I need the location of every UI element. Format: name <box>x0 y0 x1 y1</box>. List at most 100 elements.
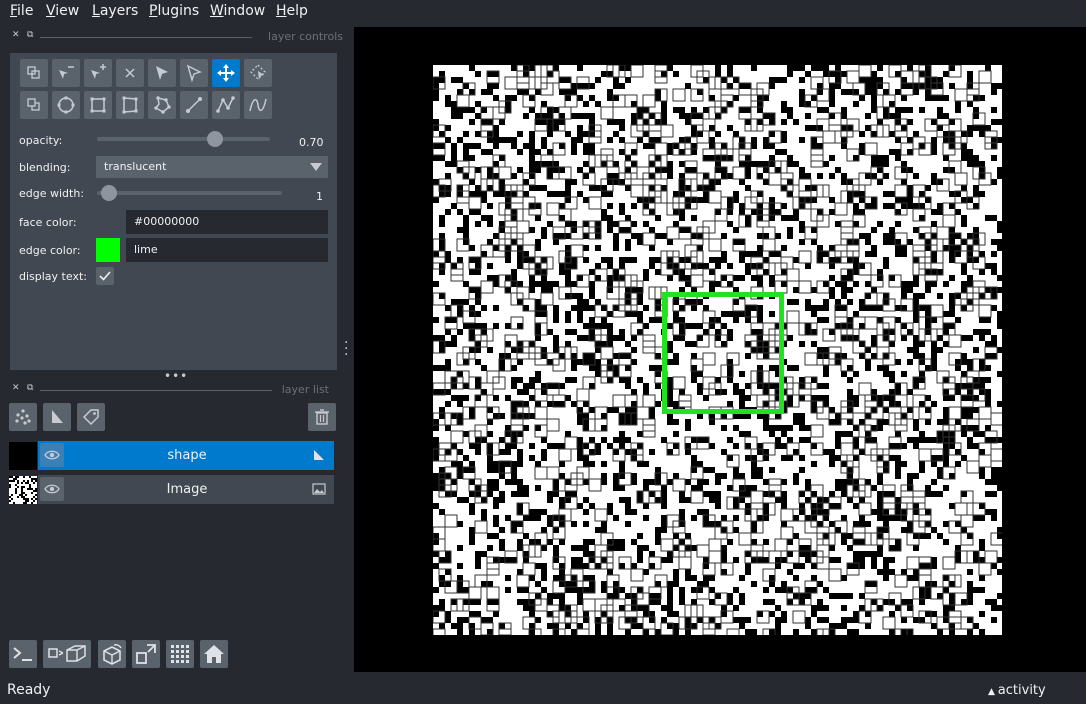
pan-zoom-button[interactable] <box>212 59 240 87</box>
shape-layer-thumbnail <box>9 442 37 470</box>
layer-name[interactable]: Image <box>38 482 336 497</box>
select-button[interactable] <box>180 59 208 87</box>
opacity-slider[interactable] <box>97 137 270 141</box>
menu-file[interactable]: File <box>10 3 33 19</box>
select-icon <box>186 64 202 83</box>
float-dock-icon[interactable]: ⧉ <box>27 30 33 40</box>
move-back-button[interactable] <box>20 91 48 119</box>
direct-select-button[interactable] <box>148 59 176 87</box>
opacity-value: 0.70 <box>299 136 324 149</box>
grid-view-button[interactable] <box>166 640 194 668</box>
layer-name[interactable]: shape <box>38 448 336 463</box>
transpose-icon <box>136 644 156 664</box>
layer-row-image[interactable]: Image <box>38 475 334 504</box>
menu-bar: File View Layers Plugins Window Help <box>0 0 1086 24</box>
lasso-select-button[interactable] <box>244 59 272 87</box>
menu-plugins-label: Plugins <box>149 3 200 19</box>
chevron-down-icon <box>310 163 322 171</box>
new-labels-icon <box>82 409 99 426</box>
blending-select[interactable]: translucent <box>96 156 328 178</box>
roll-dims-icon <box>103 644 122 665</box>
close-dock-icon[interactable]: ✕ <box>12 30 20 40</box>
edge-width-value: 1 <box>316 190 323 203</box>
console-button[interactable] <box>9 640 37 668</box>
activity-button[interactable]: ▲ activity <box>988 683 1046 698</box>
move-back-icon <box>27 98 40 111</box>
console-icon <box>13 647 32 661</box>
menu-layers-label: Layers <box>92 3 139 19</box>
line-button[interactable] <box>180 91 208 119</box>
ndisplay-toggle-button[interactable] <box>43 640 91 668</box>
shuffle-layer-button[interactable] <box>20 59 48 87</box>
blending-label: blending: <box>19 161 71 174</box>
activity-label: activity <box>997 683 1046 698</box>
roll-dims-button[interactable] <box>98 640 126 668</box>
menu-layers[interactable]: Layers <box>92 3 138 19</box>
delete-shape-icon <box>125 68 135 78</box>
ellipse-icon <box>57 96 75 114</box>
canvas[interactable] <box>354 27 1086 672</box>
polygon-button[interactable] <box>116 91 144 119</box>
status-bar: Ready ▲ activity <box>0 676 1086 704</box>
new-points-icon <box>15 409 31 425</box>
float-dock-icon[interactable]: ⧉ <box>27 383 33 393</box>
layer-controls-title: layer controls <box>268 30 343 43</box>
edge-color-label: edge color: <box>19 244 81 257</box>
rectangle-shape[interactable] <box>662 292 784 414</box>
line-icon <box>186 97 202 113</box>
lasso-select-icon <box>250 64 266 80</box>
polygon-icon <box>122 96 138 114</box>
face-color-swatch[interactable] <box>96 210 120 234</box>
layer-list-titlebar: ✕ ⧉ layer list <box>10 383 337 399</box>
face-color-field[interactable]: #00000000 <box>126 210 328 234</box>
add-vertex-icon <box>91 64 106 79</box>
edge-color-field[interactable]: lime <box>126 238 328 262</box>
edge-color-swatch[interactable] <box>96 238 120 262</box>
menu-help-label: Help <box>276 3 308 19</box>
opacity-label: opacity: <box>19 134 63 147</box>
panel-splitter-handle[interactable]: · · · <box>344 336 348 362</box>
layer-controls-panel: opacity: 0.70 blending: translucent edge… <box>10 53 337 370</box>
close-dock-icon[interactable]: ✕ <box>12 383 20 393</box>
status-text: Ready <box>7 682 51 698</box>
menu-view[interactable]: View <box>46 3 79 19</box>
menu-plugins[interactable]: Plugins <box>149 3 199 19</box>
rectangle-button[interactable] <box>84 91 112 119</box>
edge-width-label: edge width: <box>19 187 85 200</box>
new-labels-layer-button[interactable] <box>77 403 105 431</box>
delete-shape-button[interactable] <box>116 59 144 87</box>
face-color-label: face color: <box>19 216 77 229</box>
layer-row-shape[interactable]: shape <box>38 441 334 470</box>
ellipse-button[interactable] <box>52 91 80 119</box>
home-icon <box>204 645 224 663</box>
display-text-checkbox[interactable] <box>96 267 114 285</box>
image-icon <box>312 483 326 495</box>
path-icon <box>216 96 235 113</box>
display-text-label: display text: <box>19 270 87 283</box>
menu-help[interactable]: Help <box>276 3 308 19</box>
delete-layer-button[interactable] <box>308 403 336 431</box>
path-button[interactable] <box>212 91 240 119</box>
new-points-layer-button[interactable] <box>9 403 37 431</box>
opacity-slider-handle[interactable] <box>206 131 223 147</box>
polyline-icon <box>249 98 267 112</box>
caret-up-icon: ▲ <box>988 687 998 697</box>
remove-vertex-button[interactable] <box>52 59 80 87</box>
new-shapes-layer-button[interactable] <box>43 403 71 431</box>
new-shapes-icon <box>52 410 63 423</box>
menu-window[interactable]: Window <box>210 3 265 19</box>
edge-color-value: lime <box>134 243 158 256</box>
layer-list-title: layer list <box>281 383 329 396</box>
edge-width-slider-handle[interactable] <box>101 185 117 201</box>
add-vertex-button[interactable] <box>84 59 112 87</box>
shuffle-layer-icon <box>27 66 40 79</box>
polygon-lasso-button[interactable] <box>148 91 176 119</box>
title-divider <box>40 37 252 38</box>
transpose-dims-button[interactable] <box>132 640 160 668</box>
dock-resize-handle[interactable]: ••• <box>164 369 188 383</box>
checkmark-icon <box>99 271 111 281</box>
delete-layer-icon <box>315 409 329 425</box>
edge-width-slider[interactable] <box>97 191 282 195</box>
home-button[interactable] <box>200 640 228 668</box>
polyline-button[interactable] <box>244 91 272 119</box>
